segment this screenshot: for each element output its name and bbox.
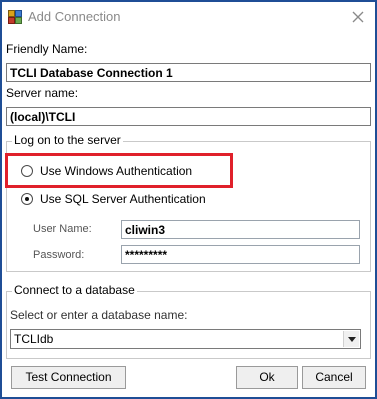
server-name-input[interactable]: (local)\TCLI: [6, 107, 371, 126]
sql-auth-label: Use SQL Server Authentication: [40, 192, 206, 206]
sql-auth-radio[interactable]: [21, 193, 33, 205]
chevron-down-icon[interactable]: [343, 331, 359, 347]
add-connection-dialog: Add Connection Friendly Name: TCLI Datab…: [0, 0, 377, 399]
database-group-legend: Connect to a database: [12, 283, 137, 297]
database-select-label: Select or enter a database name:: [10, 308, 188, 322]
highlight-box: [5, 153, 233, 188]
close-icon[interactable]: [347, 6, 369, 28]
test-connection-button[interactable]: Test Connection: [11, 366, 126, 389]
database-combobox-value: TCLIdb: [14, 332, 54, 346]
cancel-button[interactable]: Cancel: [302, 366, 366, 389]
password-label: Password:: [33, 249, 85, 261]
title-bar: Add Connection: [2, 2, 375, 32]
database-connection-icon: [8, 10, 22, 24]
ok-button[interactable]: Ok: [236, 366, 298, 389]
user-name-label: User Name:: [33, 223, 92, 235]
friendly-name-input[interactable]: TCLI Database Connection 1: [6, 63, 371, 82]
friendly-name-label: Friendly Name:: [6, 42, 88, 56]
user-name-input[interactable]: cliwin3: [121, 220, 360, 239]
logon-group-legend: Log on to the server: [12, 133, 123, 147]
password-input[interactable]: *********: [121, 245, 360, 264]
database-combobox[interactable]: TCLIdb: [10, 329, 361, 349]
window-title: Add Connection: [28, 9, 121, 24]
server-name-label: Server name:: [6, 86, 79, 100]
sql-auth-option[interactable]: Use SQL Server Authentication: [21, 191, 206, 207]
